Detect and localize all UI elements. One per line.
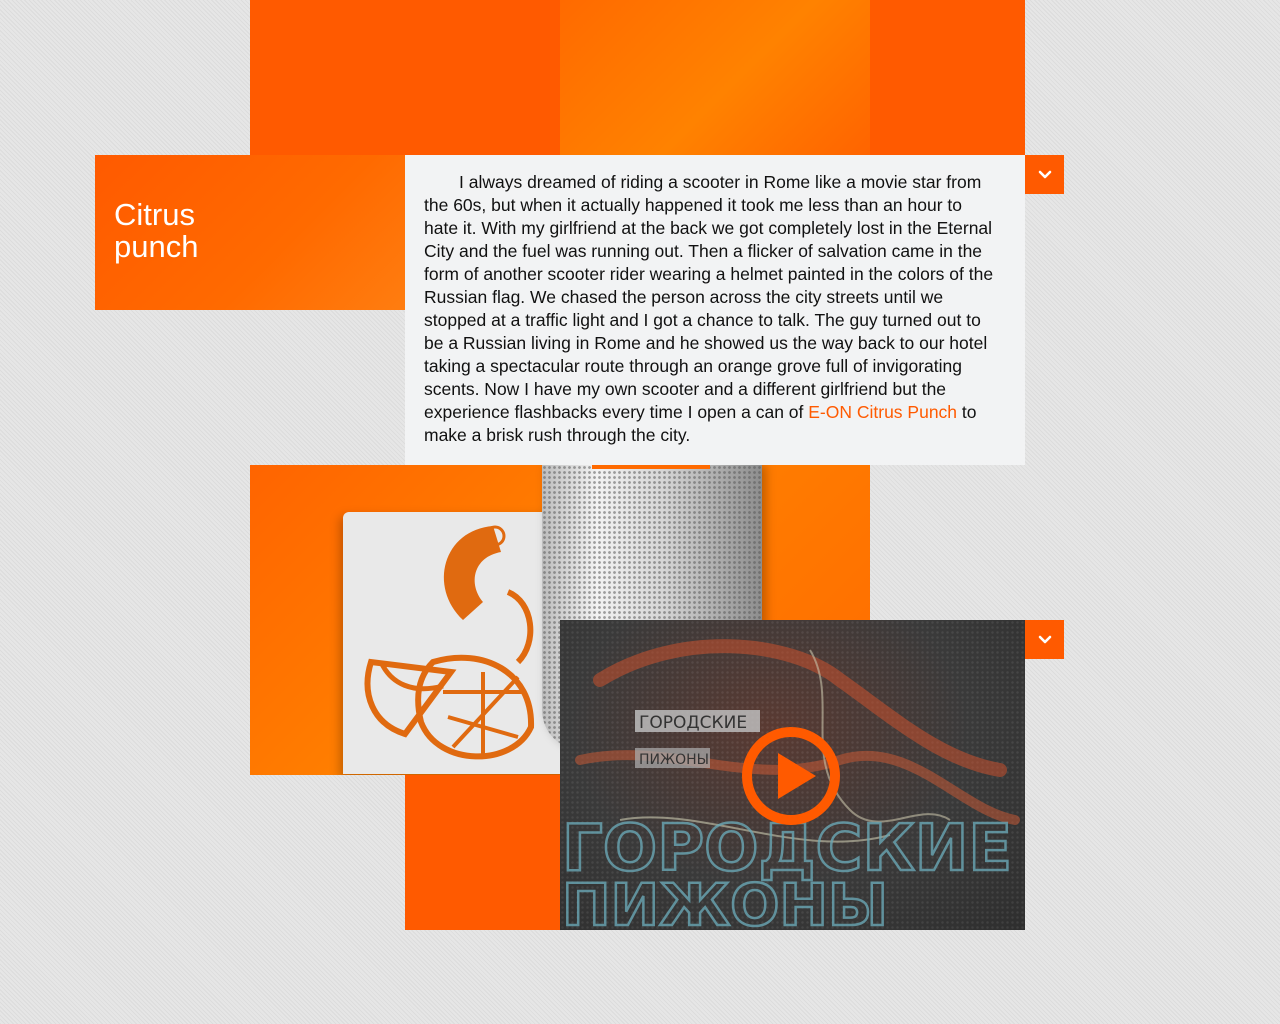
page-title: Citrus punch (114, 199, 198, 263)
video-overlay-big-line-2: ПИЖОНЫ (562, 871, 888, 930)
story-panel: I always dreamed of riding a scooter in … (405, 155, 1025, 465)
play-icon[interactable] (740, 725, 842, 827)
page-title-line-2: punch (114, 229, 199, 264)
page-title-line-1: Citrus (114, 197, 195, 232)
chevron-down-icon (1038, 170, 1051, 178)
expand-video-button[interactable] (1025, 620, 1064, 659)
orange-tile-top-left (250, 0, 560, 155)
orange-tile-top-right (870, 0, 1025, 155)
product-link[interactable]: E-ON Citrus Punch (808, 402, 957, 422)
chevron-down-icon (1038, 635, 1051, 643)
expand-story-button[interactable] (1025, 155, 1064, 194)
video-overlay-small-line-2: ПИЖОНЫ (639, 752, 709, 768)
orange-tile-bottom-left (405, 775, 560, 930)
title-tile: Citrus punch (95, 155, 405, 310)
video-player[interactable]: ГОРОДСКИЕ ПИЖОНЫ ГОРОДСКИЕ ПИЖОНЫ (560, 620, 1025, 930)
story-text-before-link: I always dreamed of riding a scooter in … (424, 172, 994, 422)
can-stripe (592, 465, 710, 469)
video-overlay-small-line-1: ГОРОДСКИЕ (639, 713, 747, 733)
orange-tile-top-middle (560, 0, 870, 155)
story-text: I always dreamed of riding a scooter in … (424, 171, 999, 447)
